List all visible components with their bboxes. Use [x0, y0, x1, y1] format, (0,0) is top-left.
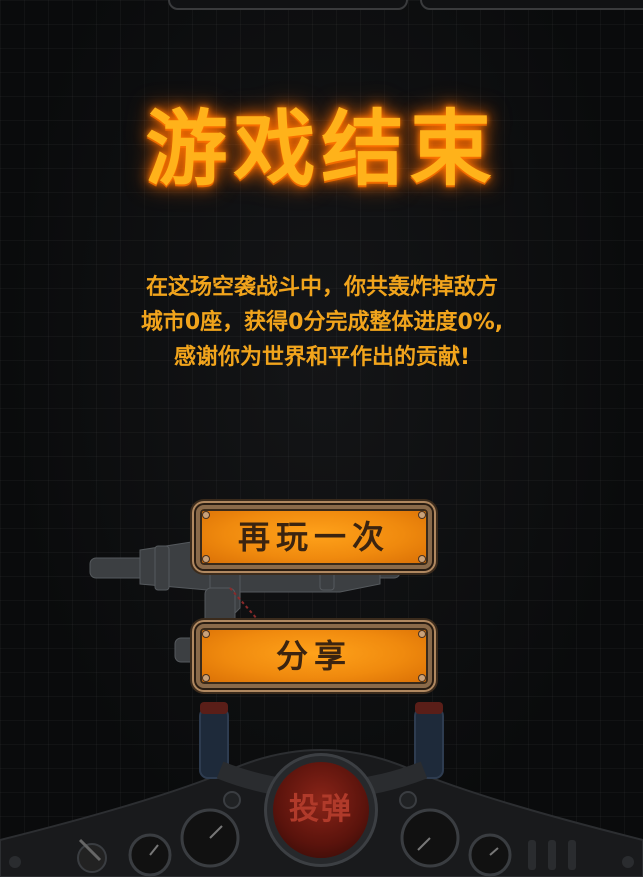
share-button-label: 分享: [275, 637, 352, 675]
game-over-title: 游戏结束: [145, 102, 498, 197]
hud-right-panel: [420, 0, 643, 10]
replay-button-label: 再玩一次: [237, 518, 390, 556]
hud-left-panel: [168, 0, 408, 10]
result-message: 在这场空袭战斗中，你共轰炸掉敌方城市0座，获得0分完成整体进度0%,感谢你为世界…: [140, 275, 504, 370]
share-button[interactable]: 分享: [196, 624, 432, 688]
drop-bomb-button[interactable]: 投弹: [273, 762, 369, 858]
replay-button[interactable]: 再玩一次: [196, 505, 432, 569]
